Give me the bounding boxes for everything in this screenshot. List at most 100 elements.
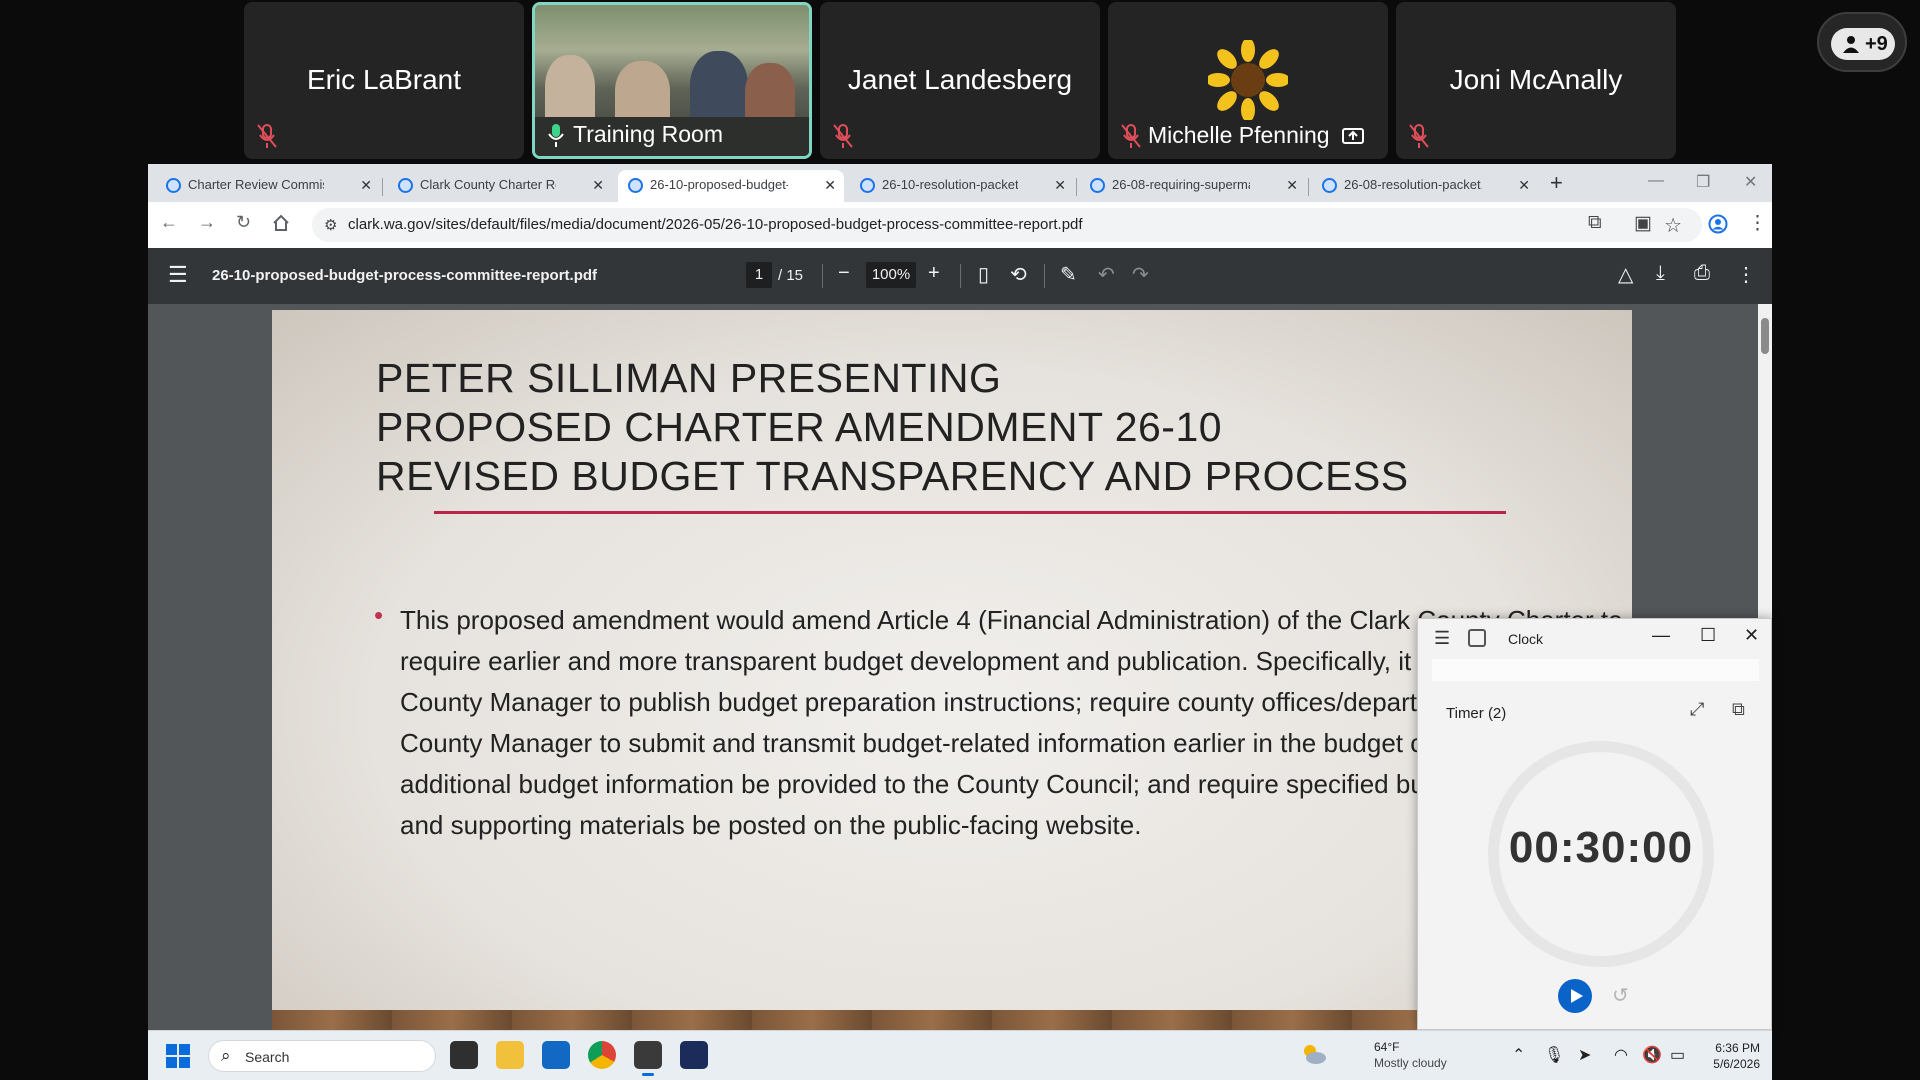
mic-muted-icon[interactable]: 🎙 xyxy=(1544,1045,1564,1065)
rotate-icon[interactable]: ⟲ xyxy=(1010,262,1027,287)
zoom-out-icon[interactable]: − xyxy=(838,262,850,285)
weather-description: Mostly cloudy xyxy=(1374,1056,1447,1070)
mic-active-icon xyxy=(548,124,564,147)
participant-tile-janet[interactable]: Janet Landesberg xyxy=(820,2,1100,159)
location-icon[interactable]: ➤ xyxy=(1578,1045,1591,1065)
tab-26-08-requiring-supermajority[interactable]: 26-08-requiring-supermajority ✕ xyxy=(1080,170,1306,202)
redo-icon[interactable]: ↷ xyxy=(1132,262,1149,287)
participant-tile-eric[interactable]: Eric LaBrant xyxy=(244,2,524,159)
close-icon[interactable]: ✕ xyxy=(1744,625,1759,646)
battery-icon[interactable]: ▭ xyxy=(1670,1045,1685,1065)
tab-title: 26-10-proposed-budget-process xyxy=(650,177,788,192)
close-tab-icon[interactable]: ✕ xyxy=(1286,170,1298,200)
tab-26-10-proposed-budget[interactable]: 26-10-proposed-budget-process ✕ xyxy=(618,170,844,202)
sunflower-avatar-icon xyxy=(1208,40,1288,120)
minimize-icon[interactable]: — xyxy=(1648,172,1664,190)
fit-page-icon[interactable]: ▯ xyxy=(978,262,989,287)
download-icon[interactable]: ⤓ xyxy=(1656,262,1665,285)
print-icon[interactable]: ⎙ xyxy=(1694,262,1710,285)
participant-tile-joni[interactable]: Joni McAnally xyxy=(1396,2,1676,159)
profile-icon[interactable] xyxy=(1708,214,1728,234)
maximize-icon[interactable]: ☐ xyxy=(1700,625,1716,646)
reset-icon[interactable]: ↺ xyxy=(1612,983,1629,1008)
home-icon[interactable] xyxy=(272,214,290,232)
close-tab-icon[interactable]: ✕ xyxy=(360,170,372,200)
restore-icon[interactable]: ❐ xyxy=(1696,172,1710,192)
tab-charter-review-commission[interactable]: Charter Review Commission ✕ xyxy=(156,170,380,202)
mic-muted-icon xyxy=(833,124,853,148)
expand-icon[interactable]: ⤢ xyxy=(1690,699,1704,720)
new-tab-button[interactable]: + xyxy=(1550,170,1563,196)
slide-title-line-3: REVISED BUDGET TRANSPARENCY AND PROCESS xyxy=(376,453,1409,499)
globe-icon xyxy=(166,178,181,193)
windows-start-icon[interactable] xyxy=(166,1044,190,1068)
chrome-icon[interactable] xyxy=(588,1041,616,1069)
timer-header-strip xyxy=(1432,659,1759,681)
timer-time: 00:30:00 xyxy=(1508,823,1694,872)
pin-window-icon[interactable]: ⧉ xyxy=(1732,699,1745,720)
bookmark-star-icon[interactable]: ☆ xyxy=(1664,213,1682,238)
clock-time: 6:36 PM xyxy=(1715,1041,1760,1055)
minimize-icon[interactable]: — xyxy=(1652,625,1670,646)
zoom-level-input[interactable]: 100% xyxy=(866,262,916,288)
globe-icon xyxy=(1322,178,1337,193)
mic-muted-icon xyxy=(1409,124,1429,148)
webex-icon[interactable] xyxy=(680,1041,708,1069)
close-tab-icon[interactable]: ✕ xyxy=(1054,170,1066,200)
forward-arrow-icon[interactable]: → xyxy=(198,212,216,233)
clock-app-window: ☰ Clock — ☐ ✕ Timer (2) ⤢ ⧉ 00:30:00 ↺ xyxy=(1417,618,1772,1030)
weather-temperature: 64°F xyxy=(1374,1040,1400,1054)
page-total: / 15 xyxy=(778,267,804,284)
participant-name: Eric LaBrant xyxy=(306,64,462,95)
undo-icon[interactable]: ↶ xyxy=(1098,262,1115,287)
volume-muted-icon[interactable]: 🔇 xyxy=(1642,1045,1662,1065)
taskbar-search[interactable]: ⌕ Search xyxy=(208,1040,436,1072)
participant-tile-training-room[interactable]: Training Room xyxy=(532,2,812,159)
pdf-filename: 26-10-proposed-budget-process-committee-… xyxy=(212,267,598,284)
page-number-input[interactable]: 1 xyxy=(746,262,772,288)
back-arrow-icon[interactable]: ← xyxy=(160,212,178,233)
clock-app-icon xyxy=(1468,629,1486,647)
close-window-icon[interactable]: ✕ xyxy=(1744,172,1757,192)
outlook-icon[interactable] xyxy=(542,1041,570,1069)
tab-26-10-resolution-packet[interactable]: 26-10-resolution-packet-consolidated ✕ xyxy=(850,170,1074,202)
site-settings-icon[interactable]: ⚙ xyxy=(324,216,337,234)
reload-icon[interactable]: ↻ xyxy=(236,212,251,233)
chevron-up-icon[interactable]: ⌃ xyxy=(1512,1045,1525,1065)
scrollbar-thumb[interactable] xyxy=(1761,318,1769,354)
clock-taskbar-icon[interactable] xyxy=(634,1041,662,1076)
clock-menu-icon[interactable]: ☰ xyxy=(1434,628,1450,649)
browser-menu-icon[interactable]: ⋮ xyxy=(1748,212,1767,235)
participant-tile-michelle[interactable]: Michelle Pfenning xyxy=(1108,2,1388,159)
close-tab-icon[interactable]: ✕ xyxy=(1518,170,1530,200)
cloudy-weather-icon xyxy=(1304,1045,1326,1064)
task-view-icon[interactable] xyxy=(450,1041,478,1069)
file-explorer-icon[interactable] xyxy=(496,1041,524,1069)
more-participants-button[interactable]: +9 xyxy=(1817,12,1907,72)
slide-title-line-2: PROPOSED CHARTER AMENDMENT 26-10 xyxy=(376,404,1223,450)
address-bar[interactable]: ⚙ clark.wa.gov/sites/default/files/media… xyxy=(312,208,1702,242)
tab-title: 26-10-resolution-packet-consolidated xyxy=(882,177,1018,192)
play-button[interactable] xyxy=(1558,979,1592,1013)
tab-title: 26-08-requiring-supermajority xyxy=(1112,177,1250,192)
globe-icon xyxy=(628,178,643,193)
close-tab-icon[interactable]: ✕ xyxy=(592,170,604,200)
person-icon xyxy=(1843,36,1859,53)
title-underline xyxy=(434,511,1506,514)
hamburger-menu-icon[interactable]: ☰ xyxy=(168,262,188,288)
extensions-icon[interactable]: ⧉ xyxy=(1588,212,1602,234)
slide-title-line-1: PETER SILLIMAN PRESENTING xyxy=(376,355,1002,401)
mic-muted-icon xyxy=(257,124,277,148)
save-to-drive-icon[interactable]: △ xyxy=(1618,262,1633,287)
zoom-in-icon[interactable]: + xyxy=(928,262,940,285)
system-clock[interactable]: 6:36 PM 5/6/2026 xyxy=(1700,1040,1760,1072)
side-panel-icon[interactable]: ▣ xyxy=(1634,212,1652,235)
annotate-pen-icon[interactable]: ✎ xyxy=(1060,262,1077,287)
wifi-icon[interactable]: ◠ xyxy=(1614,1045,1628,1065)
mic-muted-icon xyxy=(1121,124,1141,148)
close-tab-icon[interactable]: ✕ xyxy=(824,170,836,200)
taskbar: ⌕ Search 64°F Mostly cloudy ⌃ 🎙 ➤ ◠ 🔇 ▭ … xyxy=(148,1030,1772,1080)
more-options-icon[interactable]: ⋮ xyxy=(1736,262,1756,287)
tab-26-08-resolution-packet[interactable]: 26-08-resolution-packet.pdf ✕ xyxy=(1312,170,1538,202)
tab-clark-county-charter-review[interactable]: Clark County Charter Review ✕ xyxy=(388,170,612,202)
